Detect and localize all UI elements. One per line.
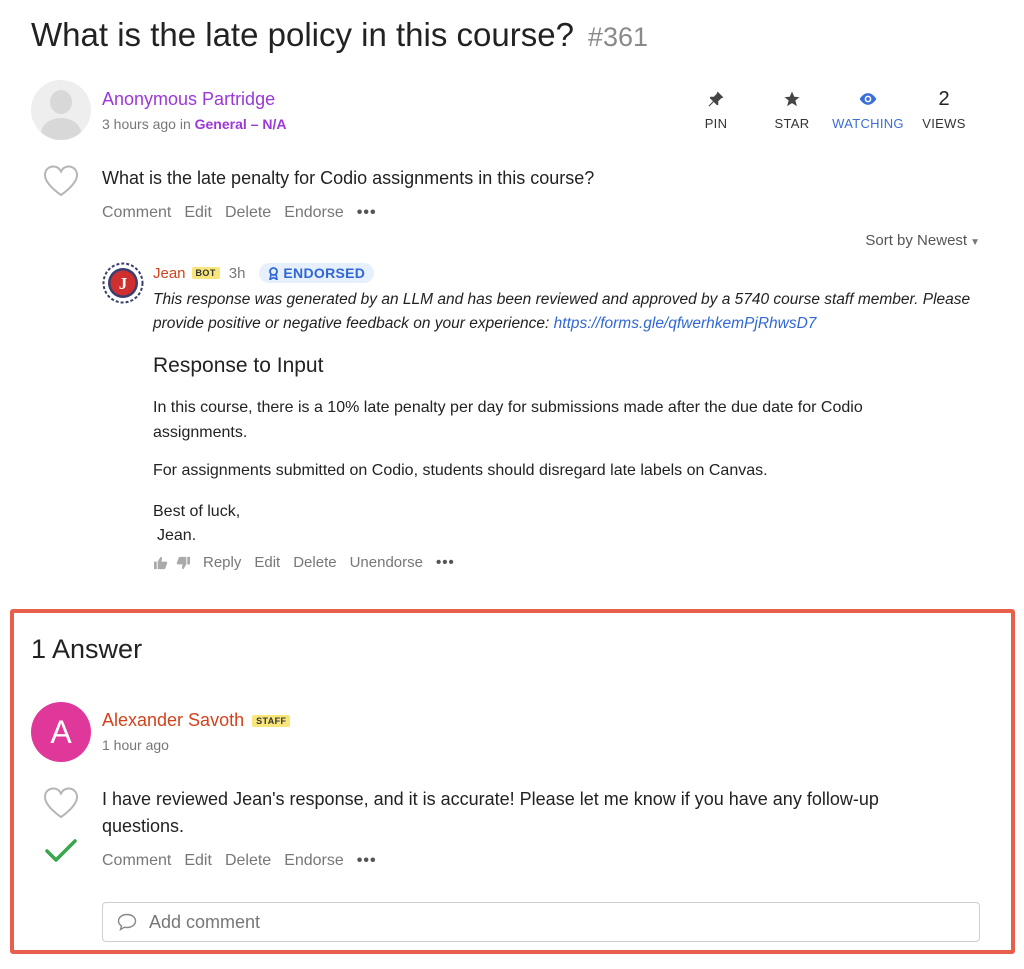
sort-label: Sort by Newest [865, 232, 968, 249]
delete-link[interactable]: Delete [293, 554, 336, 571]
views-counter: 2 VIEWS [904, 87, 984, 132]
more-options-icon[interactable]: ••• [436, 554, 455, 571]
post-number: #361 [587, 22, 648, 52]
thumbs-down-icon[interactable] [176, 556, 191, 570]
ribbon-icon [269, 266, 279, 280]
more-options-icon[interactable]: ••• [357, 852, 377, 870]
answers-heading: 1 Answer [31, 634, 143, 664]
add-comment-placeholder: Add comment [149, 911, 261, 932]
post-category[interactable]: General – N/A [195, 116, 287, 132]
answer-actions: Comment Edit Delete Endorse ••• [102, 852, 390, 870]
followup-actions: Reply Edit Delete Unendorse ••• [153, 554, 468, 571]
edit-link[interactable]: Edit [254, 554, 280, 571]
pin-icon [676, 88, 756, 110]
answer-text: I have reviewed Jean's response, and it … [102, 789, 879, 836]
heart-icon[interactable] [42, 786, 80, 820]
post-actions: Comment Edit Delete Endorse ••• [102, 204, 390, 222]
jean-avatar: J [102, 262, 144, 304]
response-paragraph: For assignments submitted on Codio, stud… [153, 462, 768, 479]
question-text: What is the late penalty for Codio assig… [102, 168, 595, 188]
endorse-link[interactable]: Endorse [284, 204, 344, 222]
watching-button[interactable]: WATCHING [828, 88, 908, 131]
answer-header: Alexander Savoth STAFF [102, 710, 291, 731]
edit-link[interactable]: Edit [184, 852, 212, 870]
response-heading: Response to Input [153, 354, 324, 377]
add-comment-input[interactable]: Add comment [102, 902, 980, 942]
check-icon [45, 839, 77, 862]
delete-link[interactable]: Delete [225, 204, 271, 222]
speech-bubble-icon [117, 913, 137, 931]
delete-link[interactable]: Delete [225, 852, 271, 870]
feedback-link[interactable]: https://forms.gle/qfwerhkemPjRhwsD7 [554, 315, 817, 332]
anonymous-avatar [31, 80, 91, 140]
staff-badge: STAFF [252, 714, 291, 727]
star-button[interactable]: STAR [752, 88, 832, 131]
unendorse-link[interactable]: Unendorse [350, 554, 423, 571]
followup-header: Jean BOT 3h ENDORSED [153, 263, 375, 283]
signoff-name: Jean. [157, 527, 197, 544]
signoff-line: Best of luck, [153, 503, 241, 520]
post-meta: 3 hours ago in General – N/A [102, 116, 286, 132]
comment-link[interactable]: Comment [102, 204, 171, 222]
page-title: What is the late policy in this course? #… [31, 16, 648, 54]
edit-link[interactable]: Edit [184, 204, 212, 222]
llm-disclaimer: This response was generated by an LLM an… [153, 291, 971, 332]
comment-link[interactable]: Comment [102, 852, 171, 870]
heart-icon[interactable] [42, 164, 80, 198]
svg-text:J: J [119, 274, 128, 293]
more-options-icon[interactable]: ••• [357, 204, 377, 222]
endorsed-badge: ENDORSED [259, 263, 375, 283]
caret-down-icon: ▼ [970, 237, 980, 248]
response-paragraph: In this course, there is a 10% late pena… [153, 399, 863, 441]
answer-author[interactable]: Alexander Savoth [102, 710, 244, 731]
views-count: 2 [938, 87, 950, 110]
post-title: What is the late policy in this course? [31, 16, 574, 53]
followup-time: 3h [228, 264, 246, 282]
pin-button[interactable]: PIN [676, 88, 756, 131]
sort-dropdown[interactable]: Sort by Newest ▼ [865, 232, 980, 249]
endorse-link[interactable]: Endorse [284, 852, 344, 870]
eye-icon [828, 88, 908, 110]
reply-link[interactable]: Reply [203, 554, 241, 571]
answer-time: 1 hour ago [102, 737, 169, 753]
post-author[interactable]: Anonymous Partridge [102, 89, 275, 110]
staff-avatar: A [31, 702, 91, 762]
star-icon [752, 88, 832, 110]
post-time: 3 hours ago in [102, 116, 191, 132]
jean-author[interactable]: Jean [153, 265, 186, 282]
bot-badge: BOT [191, 267, 220, 279]
thumbs-up-icon[interactable] [153, 556, 168, 570]
